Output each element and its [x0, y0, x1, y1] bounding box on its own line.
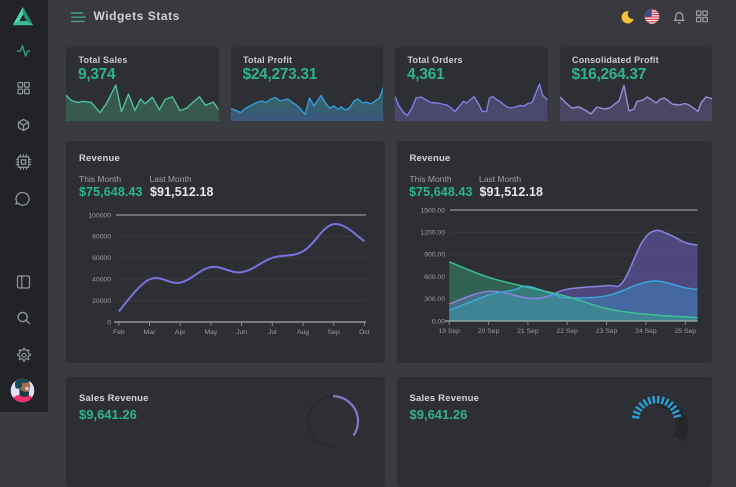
svg-text:900.00: 900.00 — [424, 252, 445, 259]
svg-text:Apr: Apr — [175, 329, 186, 336]
svg-text:Mar: Mar — [144, 329, 156, 336]
svg-text:1200.00: 1200.00 — [420, 230, 445, 237]
svg-text:22 Sep: 22 Sep — [556, 328, 578, 335]
svg-text:23 Sep: 23 Sep — [595, 328, 617, 335]
svg-text:40000: 40000 — [92, 277, 111, 284]
svg-text:21 Sep: 21 Sep — [517, 328, 539, 335]
svg-text:25 Sep: 25 Sep — [674, 328, 696, 335]
svg-text:0: 0 — [107, 319, 111, 326]
svg-text:1500.00: 1500.00 — [420, 207, 445, 214]
svg-text:Feb: Feb — [113, 329, 125, 336]
svg-text:80000: 80000 — [92, 234, 111, 241]
svg-text:20 Sep: 20 Sep — [477, 328, 499, 335]
svg-text:Jun: Jun — [236, 329, 247, 336]
svg-text:300.00: 300.00 — [424, 296, 445, 303]
svg-text:Sep: Sep — [328, 329, 340, 336]
svg-text:May: May — [204, 329, 217, 336]
svg-text:20000: 20000 — [92, 298, 111, 305]
svg-text:60000: 60000 — [92, 255, 111, 262]
svg-text:0.00: 0.00 — [431, 318, 444, 325]
svg-text:24 Sep: 24 Sep — [635, 328, 657, 335]
svg-text:600.00: 600.00 — [424, 274, 445, 281]
svg-text:19 Sep: 19 Sep — [438, 328, 460, 335]
svg-text:Jul: Jul — [268, 329, 277, 336]
svg-text:Aug: Aug — [297, 329, 309, 336]
svg-text:Oct: Oct — [359, 329, 370, 336]
svg-text:100000: 100000 — [88, 212, 111, 219]
